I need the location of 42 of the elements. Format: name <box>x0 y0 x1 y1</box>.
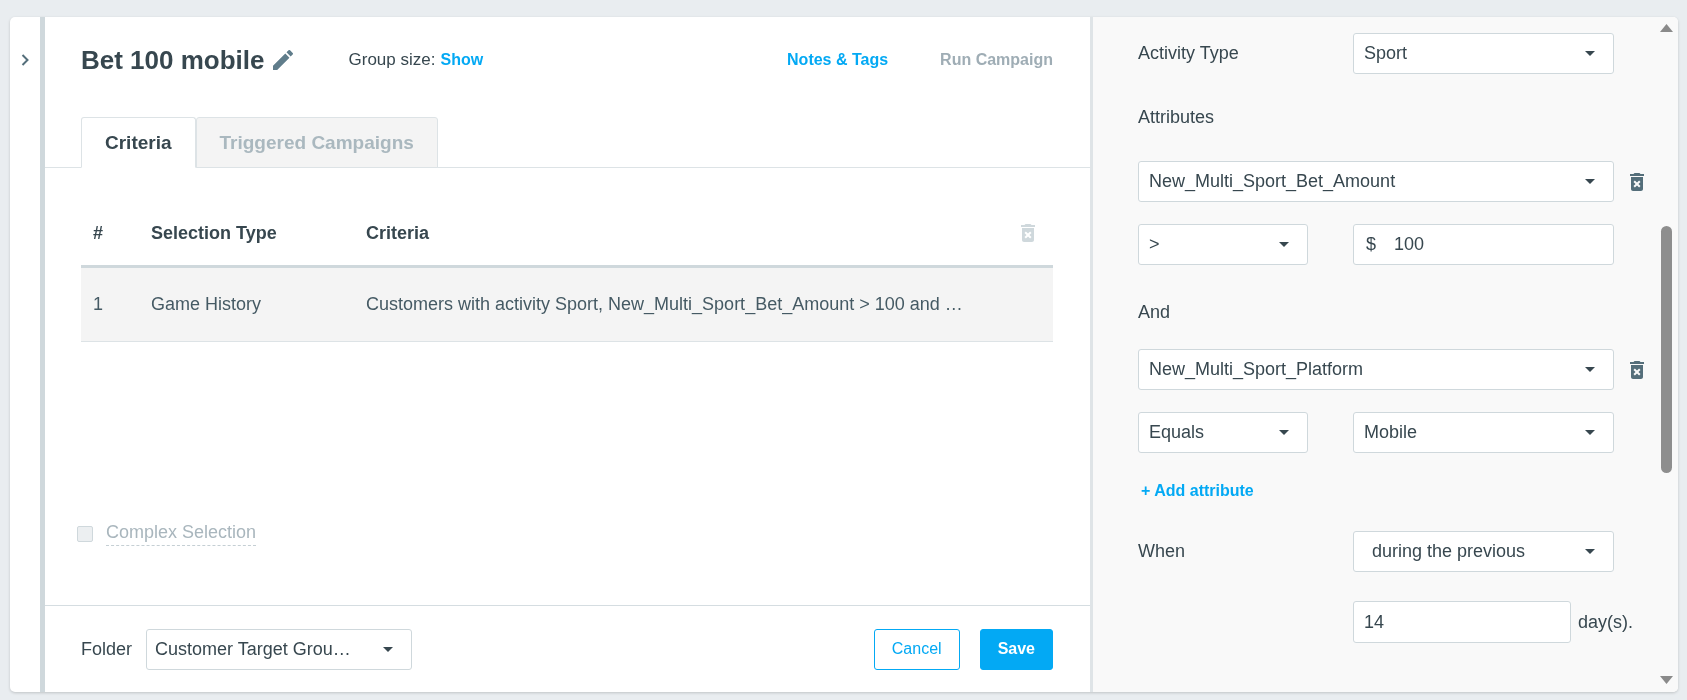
tab[interactable]: Criteria <box>81 117 196 168</box>
folder-label: Folder <box>81 638 133 660</box>
unit-label: day(s). <box>1578 611 1633 633</box>
field-label: When <box>1138 541 1186 561</box>
field-label: Activity Type <box>1138 43 1239 63</box>
amount-input[interactable]: $ 100 <box>1353 224 1614 265</box>
trash-icon[interactable] <box>1630 172 1644 191</box>
joiner-label: And <box>1138 301 1171 323</box>
caret-icon <box>1585 549 1595 554</box>
caret-icon <box>1585 367 1595 372</box>
caret-icon <box>1279 242 1289 247</box>
table-cell-text: Customers with activity Sport, New_Multi_Sport_Bet_Amount > 100 and … <box>366 294 964 315</box>
column-header: # <box>92 222 104 244</box>
operator-dropdown[interactable]: Equals <box>1138 412 1308 453</box>
days-input[interactable]: 14 <box>1353 601 1571 643</box>
trash-icon[interactable] <box>1630 360 1644 379</box>
scrollbar-thumb[interactable] <box>1660 226 1672 473</box>
folder-dropdown[interactable]: Customer Target Grou… <box>146 628 413 670</box>
attribute-dropdown[interactable]: New_Multi_Sport_Bet_Amount <box>1138 161 1614 202</box>
column-header: Criteria <box>366 222 431 244</box>
chevron-right-icon[interactable] <box>21 54 29 66</box>
value-dropdown[interactable]: Mobile <box>1353 412 1614 453</box>
scroll-up-icon[interactable] <box>1659 24 1673 32</box>
caret-icon <box>1585 430 1595 435</box>
caret-icon <box>383 646 394 652</box>
table-cell-text: 1 <box>92 294 104 315</box>
caret-icon <box>1585 51 1595 56</box>
table-cell-text: Game History <box>151 294 263 315</box>
caret-icon <box>1279 430 1289 435</box>
scroll-down-icon[interactable] <box>1659 676 1673 684</box>
checkbox-label: Complex Selection <box>106 522 257 546</box>
operator-dropdown[interactable]: > <box>1138 224 1308 265</box>
attribute-dropdown[interactable]: New_Multi_Sport_Platform <box>1138 349 1614 390</box>
caret-icon <box>1585 179 1595 184</box>
group-size-label: Group size: <box>348 50 436 70</box>
page-title: Bet 100 mobile <box>81 44 265 76</box>
table-row[interactable]: 1 Game History Customers with activity Sport, New_Multi_Sport_Bet_Amount > 100 and … <box>81 268 1053 342</box>
column-header: Selection Type <box>151 222 278 244</box>
period-dropdown[interactable]: during the previous <box>1353 531 1614 572</box>
section-label: Attributes <box>1138 106 1215 128</box>
pencil-icon[interactable] <box>272 50 293 70</box>
activity-type-dropdown[interactable]: Sport <box>1353 33 1614 74</box>
